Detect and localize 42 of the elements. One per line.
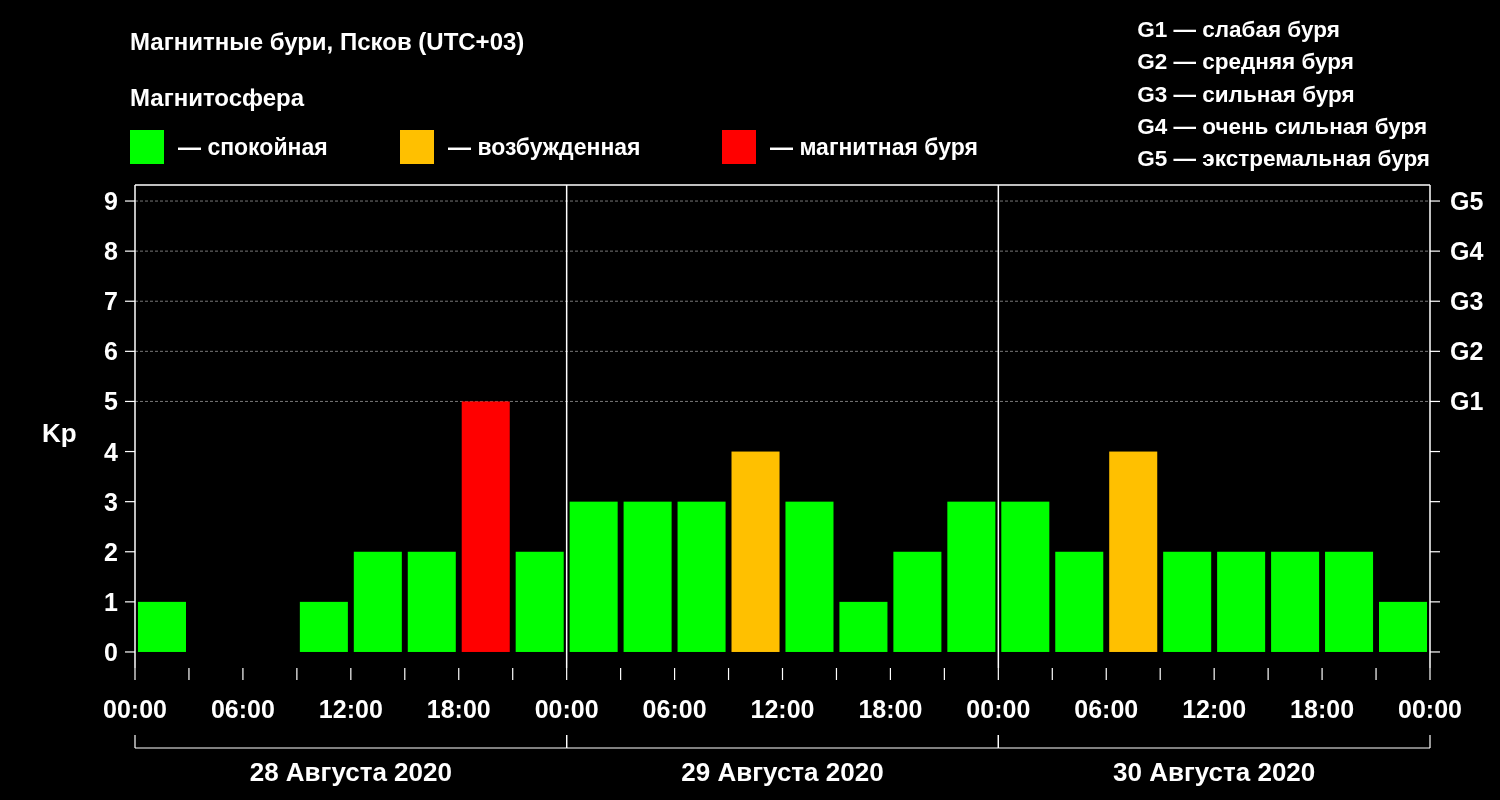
- storm-scale-entry: G2 — средняя буря: [1137, 48, 1355, 77]
- axis-tick-label: 3: [104, 487, 118, 516]
- axis-tick-label: 00:00: [1398, 695, 1462, 723]
- axis-tick-label: 7: [104, 287, 118, 316]
- axis-tick-label: 06:00: [1074, 695, 1139, 723]
- date-label: 30 Августа 2020: [1113, 757, 1316, 787]
- axis-tick-label: 5: [104, 387, 118, 416]
- axis-tick-label: 9: [104, 187, 118, 216]
- axis-tick-label: 2: [104, 537, 118, 566]
- axis-tick-label: 18:00: [858, 695, 923, 723]
- axis-tick-label: 06:00: [210, 695, 275, 723]
- legend-title: Магнитосфера: [130, 84, 306, 112]
- axis-tick-label: 18:00: [426, 695, 491, 723]
- axis-tick-label: 6: [104, 337, 118, 366]
- axis-tick-label: 0: [104, 637, 118, 666]
- axis-tick-label: 00:00: [534, 695, 599, 723]
- storm-level-label: G4: [1450, 237, 1484, 266]
- storm-scale-entry: G4 — очень сильная буря: [1137, 112, 1429, 141]
- axis-tick-label: 4: [104, 437, 118, 466]
- axis-tick-label: 12:00: [750, 695, 815, 723]
- axis-tick-label: 00:00: [103, 695, 167, 723]
- date-label: 28 Августа 2020: [249, 757, 452, 787]
- axis-tick-label: 00:00: [966, 695, 1031, 723]
- legend-label: — спокойная: [178, 133, 328, 161]
- legend-label: — магнитная буря: [770, 133, 978, 161]
- axis-tick-label: 12:00: [318, 695, 383, 723]
- storm-level-label: G3: [1450, 287, 1484, 316]
- chart-title: Магнитные бури, Псков (UTC+03): [130, 28, 526, 56]
- legend-label: — возбужденная: [448, 133, 641, 161]
- axis-tick-label: 8: [104, 237, 118, 266]
- axis-title: Kp: [42, 418, 77, 448]
- storm-scale-entry: G5 — экстремальная буря: [1137, 145, 1430, 174]
- storm-level-label: G2: [1450, 337, 1484, 366]
- storm-scale-entry: G3 — сильная буря: [1137, 80, 1356, 109]
- storm-scale-entry: G1 — слабая буря: [1137, 16, 1341, 44]
- storm-level-label: G5: [1450, 187, 1484, 216]
- axis-tick-label: 06:00: [642, 695, 707, 723]
- date-label: 29 Августа 2020: [681, 757, 884, 787]
- axis-tick-label: 12:00: [1182, 695, 1247, 723]
- axis-tick-label: 1: [104, 587, 118, 616]
- storm-level-label: G1: [1450, 387, 1484, 416]
- axis-tick-label: 18:00: [1290, 695, 1355, 723]
